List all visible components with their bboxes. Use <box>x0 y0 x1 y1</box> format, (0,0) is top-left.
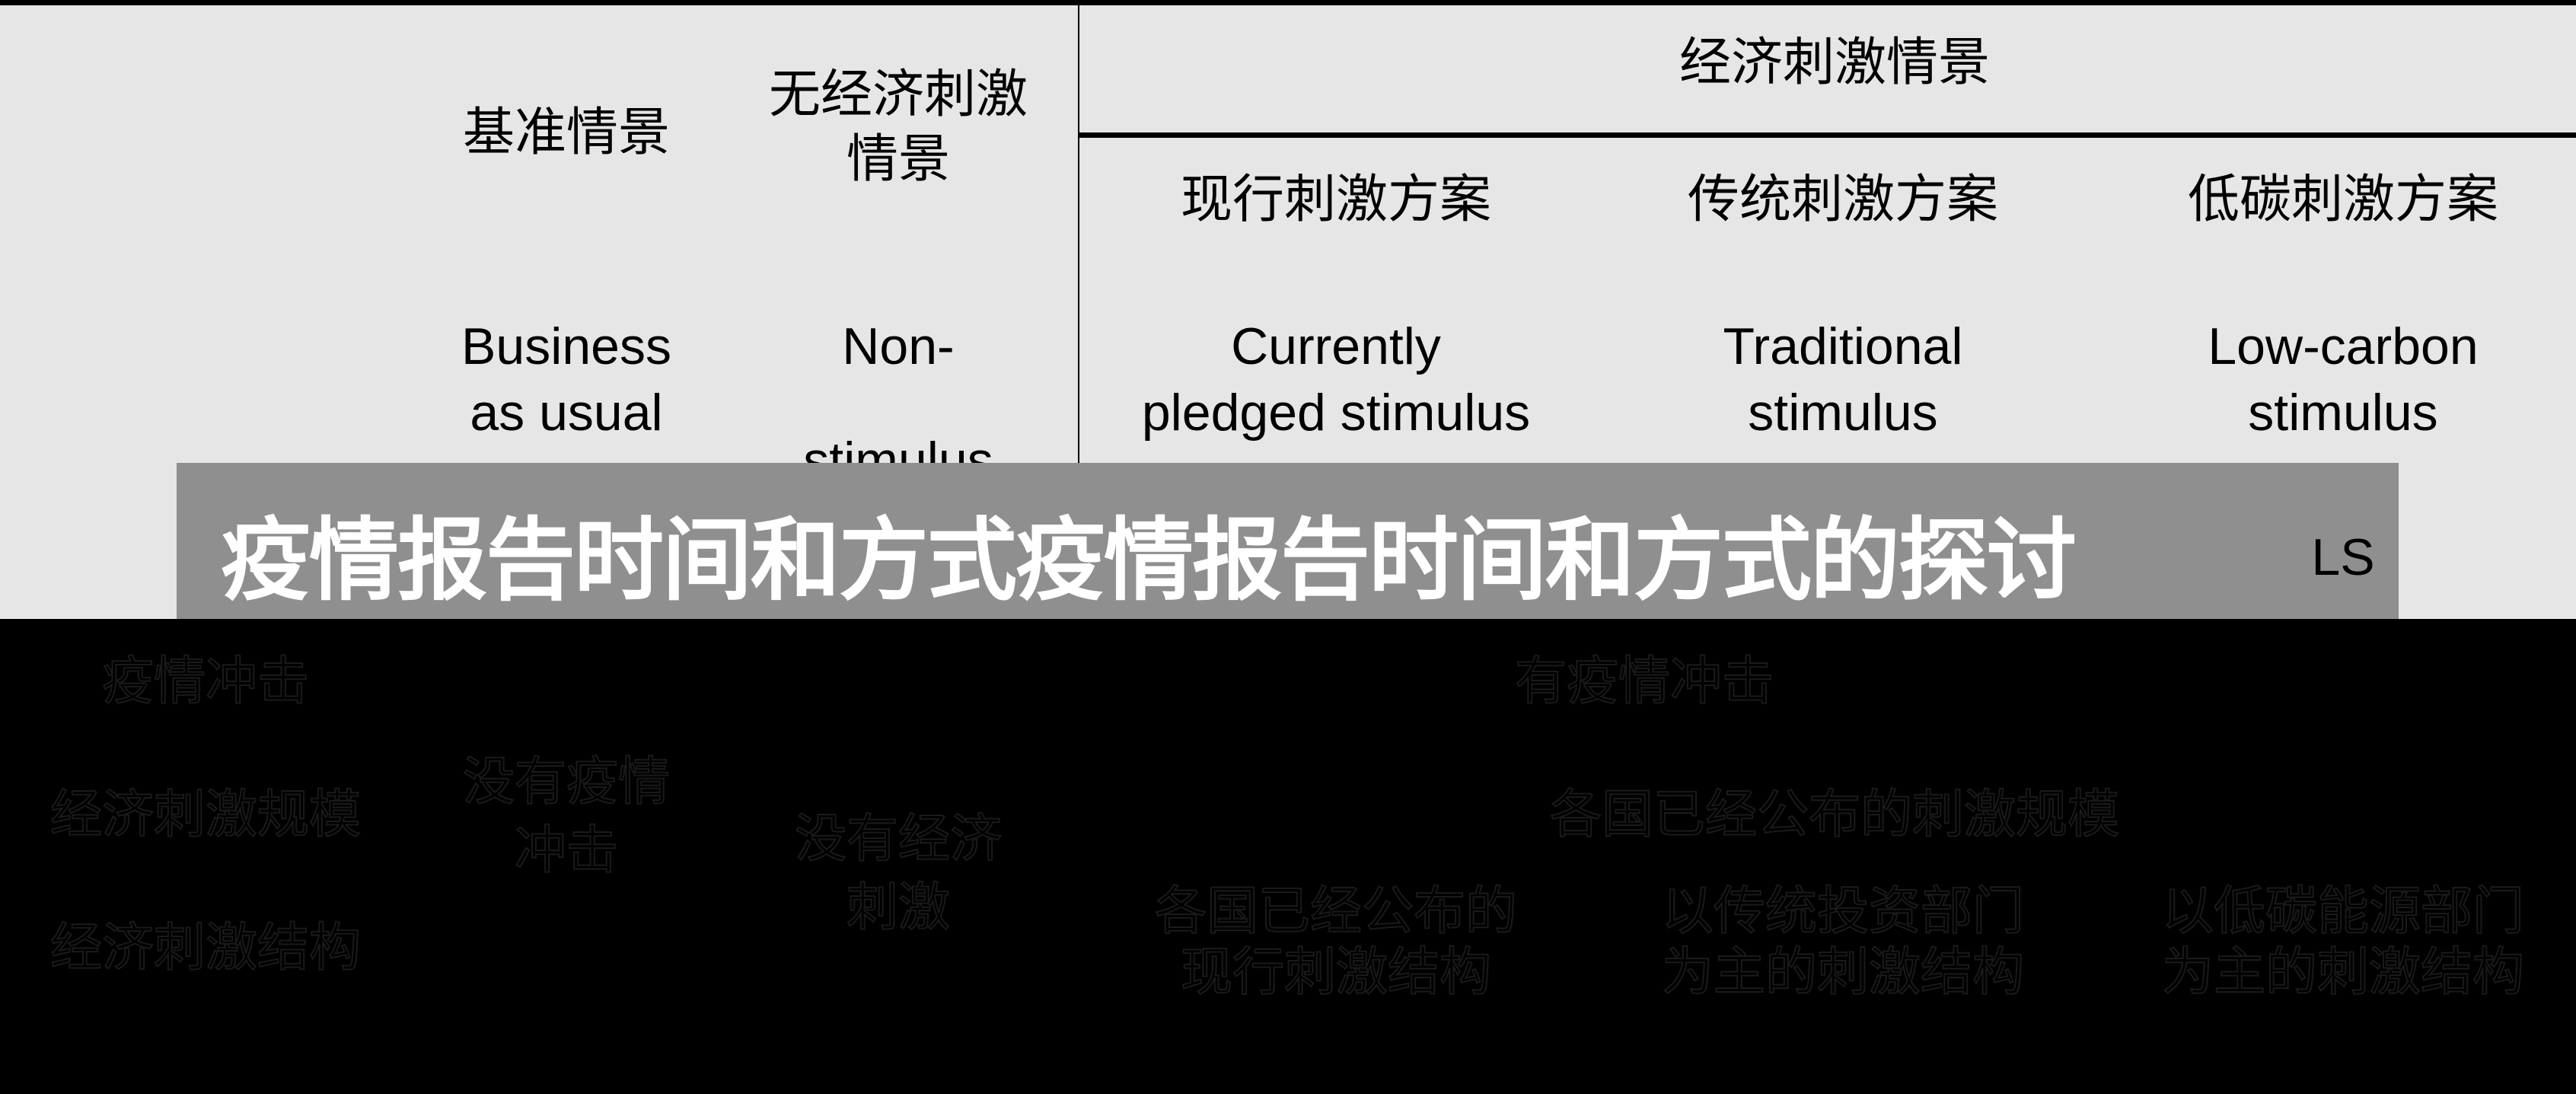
col-header-ns-en-line1: Non- <box>842 317 955 375</box>
row-stimulus-structure-cs: 各国已经公布的 现行刺激结构 <box>1154 881 1518 1003</box>
row-stimulus-scale-bau: 没有疫情 冲击 <box>462 748 671 885</box>
row-stimulus-structure-ls: 以低碳能源部门 为主的刺激结构 <box>2161 881 2525 1003</box>
row-label-stimulus-scale: 经济刺激规模 <box>49 784 362 846</box>
col-header-cs-en-line1: Currently <box>1231 317 1441 375</box>
col-header-ts-en-line1: Traditional <box>1723 317 1963 375</box>
row-stimulus-scale-ns: 没有经济 刺激 <box>794 805 1003 942</box>
row-stimulus-scale-bau-line1: 没有疫情 <box>462 751 671 813</box>
row-stimulus-structure-cs-line2: 现行刺激结构 <box>1180 942 1492 1003</box>
col-header-ns-zh-line2: 情景 <box>846 129 951 190</box>
col-header-cs-zh: 现行刺激方案 <box>1180 170 1492 230</box>
col-header-ls-en: Low-carbon stimulus <box>2208 314 2478 446</box>
col-header-ts-zh: 传统刺激方案 <box>1687 170 1999 230</box>
row-stimulus-scale-ns-line1: 没有经济 <box>794 809 1003 870</box>
row-stimulus-structure-cs-line1: 各国已经公布的 <box>1154 881 1518 942</box>
row-epidemic-shock-stimulus: 有疫情冲击 <box>1514 651 1774 713</box>
col-header-bau-zh: 基准情景 <box>462 103 671 163</box>
row-stimulus-scale-span: 各国已经公布的刺激规模 <box>1549 784 2120 846</box>
col-header-bau-en-line1: Business <box>461 317 671 375</box>
row-stimulus-structure-ts: 以传统投资部门 为主的刺激结构 <box>1661 881 2025 1003</box>
col-header-ls-en-line1: Low-carbon <box>2208 317 2479 375</box>
row-stimulus-structure-ts-line1: 以传统投资部门 <box>1661 881 2025 942</box>
col-header-ts-en-line2: stimulus <box>1748 384 1938 442</box>
col-header-ls-en-line2: stimulus <box>2248 384 2438 442</box>
col-header-cs-en-line2: pledged stimulus <box>1141 384 1531 442</box>
group-header-stimulus: 经济刺激情景 <box>1679 33 1991 93</box>
col-header-bau-en: Business as usual <box>461 314 671 446</box>
row-stimulus-structure-ls-line2: 为主的刺激结构 <box>2161 942 2525 1003</box>
group-header-underline <box>1079 132 2576 138</box>
top-border <box>0 0 2576 5</box>
col-header-bau-en-line2: as usual <box>470 384 663 442</box>
banner-title: 疫情报告时间和方式疫情报告时间和方式的探讨 <box>221 508 2077 613</box>
col-header-ns-zh: 无经济刺激 情景 <box>769 62 1028 192</box>
row-stimulus-scale-ns-line2: 刺激 <box>846 877 951 939</box>
col-header-cs-en: Currently pledged stimulus <box>1142 314 1530 446</box>
col-header-ns-zh-line1: 无经济刺激 <box>768 65 1028 125</box>
col-header-ls-zh: 低碳刺激方案 <box>2187 170 2499 230</box>
table-body-obscured: 疫情冲击 有疫情冲击 经济刺激规模 没有疫情 冲击 没有经济 刺激 各国已经公布… <box>0 619 2576 1094</box>
row-stimulus-structure-ts-line2: 为主的刺激结构 <box>1661 942 2025 1003</box>
row-label-epidemic-shock: 疫情冲击 <box>101 651 310 713</box>
row-stimulus-scale-bau-line2: 冲击 <box>514 820 619 882</box>
col-abbr-ls-visible: LS <box>2311 528 2375 586</box>
row-stimulus-structure-ls-line1: 以低碳能源部门 <box>2161 881 2525 942</box>
row-label-stimulus-structure: 经济刺激结构 <box>49 917 362 979</box>
col-header-ts-en: Traditional stimulus <box>1723 314 1963 446</box>
